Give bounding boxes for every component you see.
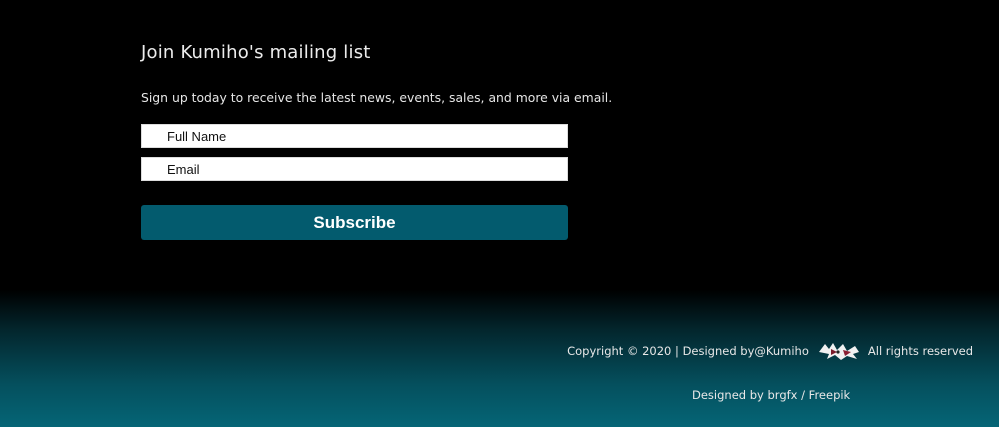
design-credit: Designed by brgfx / Freepik	[692, 388, 851, 402]
mailing-list-title: Join Kumiho's mailing list	[141, 42, 371, 63]
full-name-input[interactable]	[141, 124, 568, 148]
mailing-list-form: Join Kumiho's mailing list Sign up today…	[141, 38, 612, 240]
rights-text: All rights reserved	[867, 344, 973, 358]
copyright-text: Copyright © 2020 | Designed by@Kumiho	[567, 344, 809, 358]
footer-copyright: Copyright © 2020 | Designed by@Kumiho Al…	[567, 340, 973, 362]
subscribe-button[interactable]: Subscribe	[141, 205, 568, 240]
mailing-list-description: Sign up today to receive the latest news…	[141, 90, 613, 105]
email-input[interactable]	[141, 157, 568, 181]
kumiho-logo-icon	[817, 340, 861, 362]
page: Join Kumiho's mailing list Sign up today…	[0, 0, 999, 427]
